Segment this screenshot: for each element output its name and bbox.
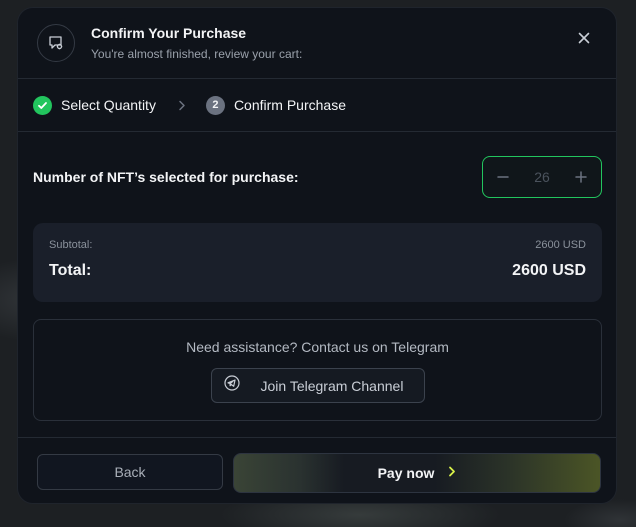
step-confirm-purchase[interactable]: 2 Confirm Purchase [205, 95, 346, 115]
subtotal-value: 2600 USD [535, 239, 586, 251]
quantity-label: Number of NFT’s selected for purchase: [33, 169, 299, 185]
subtotal-row: Subtotal: 2600 USD [49, 239, 586, 251]
subtotal-label: Subtotal: [49, 239, 93, 251]
step-label: Select Quantity [61, 97, 156, 113]
pay-now-button[interactable]: Pay now [233, 453, 601, 493]
minus-icon [497, 176, 509, 178]
total-row: Total: 2600 USD [49, 262, 586, 280]
quantity-stepper: 26 [482, 156, 602, 198]
assistance-box: Need assistance? Contact us on Telegram … [33, 319, 602, 421]
modal-subtitle: You're almost finished, review your cart… [91, 47, 303, 61]
join-telegram-button[interactable]: Join Telegram Channel [210, 368, 425, 403]
step-number: 2 [205, 95, 225, 115]
pay-now-label: Pay now [377, 465, 435, 481]
cart-settings-icon [37, 24, 75, 62]
check-icon [33, 95, 52, 115]
modal-footer: Back Pay now [18, 437, 616, 503]
header-text: Confirm Your Purchase You're almost fini… [91, 25, 302, 61]
total-value: 2600 USD [512, 262, 586, 279]
confirm-purchase-modal: Confirm Your Purchase You're almost fini… [17, 7, 617, 504]
chevron-right-icon [448, 464, 456, 482]
total-label: Total: [49, 262, 92, 279]
quantity-input[interactable]: 26 [527, 169, 557, 185]
join-telegram-label: Join Telegram Channel [260, 377, 404, 394]
plus-icon [575, 171, 587, 183]
back-button[interactable]: Back [37, 454, 223, 490]
back-label: Back [114, 464, 146, 480]
quantity-row: Number of NFT’s selected for purchase: 2… [33, 156, 602, 198]
step-select-quantity[interactable]: Select Quantity [33, 95, 156, 115]
modal-title: Confirm Your Purchase [91, 25, 247, 41]
order-summary: Subtotal: 2600 USD Total: 2600 USD [33, 223, 602, 302]
progress-steps: Select Quantity 2 Confirm Purchase [18, 79, 616, 132]
decrement-button[interactable] [496, 170, 510, 184]
assistance-text: Need assistance? Contact us on Telegram [186, 339, 449, 355]
telegram-icon [223, 375, 240, 396]
increment-button[interactable] [574, 170, 588, 184]
step-label: Confirm Purchase [233, 97, 346, 113]
modal-header: Confirm Your Purchase You're almost fini… [18, 8, 616, 79]
chevron-right-icon [178, 100, 186, 111]
close-button[interactable] [572, 26, 596, 50]
close-icon [578, 32, 590, 44]
